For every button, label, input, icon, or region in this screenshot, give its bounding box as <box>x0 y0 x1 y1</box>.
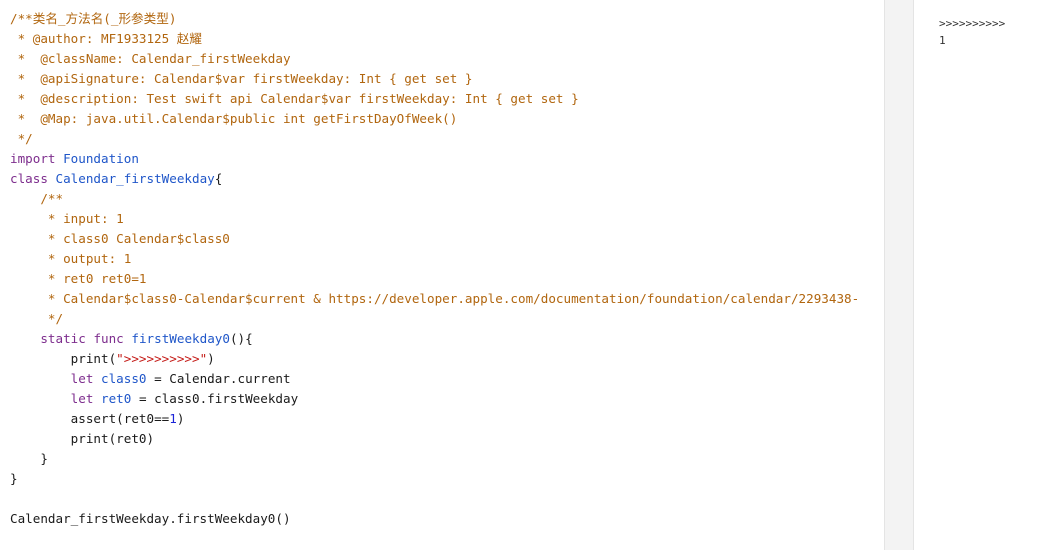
code-line: class Calendar_firstWeekday{ <box>10 169 884 189</box>
comment-text: */ <box>10 131 33 146</box>
brace: } <box>40 451 48 466</box>
paren: ) <box>176 411 185 426</box>
keyword: import <box>10 151 56 166</box>
comment-text: * output: 1 <box>10 251 132 266</box>
code-line: * @author: MF1933125 赵耀 <box>10 29 884 49</box>
expression: = Calendar.current <box>146 371 291 386</box>
results-gutter <box>884 0 914 550</box>
comment-text: * ret0 ret0=1 <box>10 271 147 286</box>
code-line: /** <box>10 189 884 209</box>
brace: { <box>214 171 223 186</box>
call-text: Calendar_firstWeekday.firstWeekday0() <box>10 511 291 526</box>
code-line: */ <box>10 309 884 329</box>
output-panel: >>>>>>>>>> 1 <box>914 0 1050 550</box>
comment-text: * @className: Calendar_firstWeekday <box>10 51 291 66</box>
class-name: Calendar_firstWeekday <box>55 171 215 186</box>
comment-text: * @description: Test swift api Calendar$… <box>10 91 579 106</box>
code-line: Calendar_firstWeekday.firstWeekday0() <box>10 509 884 529</box>
comment-text: * @Map: java.util.Calendar$public int ge… <box>10 111 458 126</box>
string-literal: ">>>>>>>>>>" <box>116 351 208 366</box>
code-line: * Calendar$class0-Calendar$current & htt… <box>10 289 884 309</box>
code-line: * ret0 ret0=1 <box>10 269 884 289</box>
code-line: * output: 1 <box>10 249 884 269</box>
code-line: /**类名_方法名(_形参类型) <box>10 9 884 29</box>
variable-name: ret0 <box>101 391 132 406</box>
code-line: * @description: Test swift api Calendar$… <box>10 89 884 109</box>
comment-text: * @apiSignature: Calendar$var firstWeekd… <box>10 71 473 86</box>
code-line: */ <box>10 129 884 149</box>
comment-text: * Calendar$class0-Calendar$current & htt… <box>10 291 860 306</box>
code-line: * @apiSignature: Calendar$var firstWeekd… <box>10 69 884 89</box>
expression: = class0.firstWeekday <box>131 391 299 406</box>
comment-text: */ <box>10 311 64 326</box>
comment-text: * class0 Calendar$class0 <box>10 231 230 246</box>
call-text: print( <box>70 351 117 366</box>
code-block: /**类名_方法名(_形参类型) * @author: MF1933125 赵耀… <box>10 9 884 529</box>
keyword: let <box>70 391 94 406</box>
number-literal: 1 <box>169 411 177 426</box>
code-line: } <box>10 469 884 489</box>
comment-text: /** <box>10 191 64 206</box>
code-line: * @Map: java.util.Calendar$public int ge… <box>10 109 884 129</box>
call-text: assert(ret0== <box>70 411 170 426</box>
playground-window: /**类名_方法名(_形参类型) * @author: MF1933125 赵耀… <box>0 0 1050 550</box>
keyword: func <box>93 331 124 346</box>
keyword: let <box>70 371 94 386</box>
code-line: assert(ret0==1) <box>10 409 884 429</box>
code-line: static func firstWeekday0(){ <box>10 329 884 349</box>
comment-text: * input: 1 <box>10 211 124 226</box>
signature-rest: (){ <box>229 331 253 346</box>
keyword: static <box>40 331 86 346</box>
module-name: Foundation <box>63 151 139 166</box>
code-line: print(">>>>>>>>>>") <box>10 349 884 369</box>
function-name: firstWeekday0 <box>131 331 230 346</box>
code-line: * input: 1 <box>10 209 884 229</box>
code-line: * @className: Calendar_firstWeekday <box>10 49 884 69</box>
output-line: >>>>>>>>>> <box>939 17 1006 30</box>
paren: ) <box>207 351 215 366</box>
keyword: class <box>10 171 48 186</box>
code-line: let class0 = Calendar.current <box>10 369 884 389</box>
code-line: } <box>10 449 884 469</box>
code-line: let ret0 = class0.firstWeekday <box>10 389 884 409</box>
brace: } <box>10 471 18 486</box>
code-line: print(ret0) <box>10 429 884 449</box>
code-line: * class0 Calendar$class0 <box>10 229 884 249</box>
code-editor[interactable]: /**类名_方法名(_形参类型) * @author: MF1933125 赵耀… <box>0 0 884 550</box>
comment-text: /**类名_方法名(_形参类型) <box>10 11 177 26</box>
call-text: print(ret0) <box>70 431 155 446</box>
code-line: import Foundation <box>10 149 884 169</box>
comment-text: * @author: MF1933125 赵耀 <box>10 31 202 46</box>
variable-name: class0 <box>101 371 147 386</box>
output-line: 1 <box>939 34 946 47</box>
